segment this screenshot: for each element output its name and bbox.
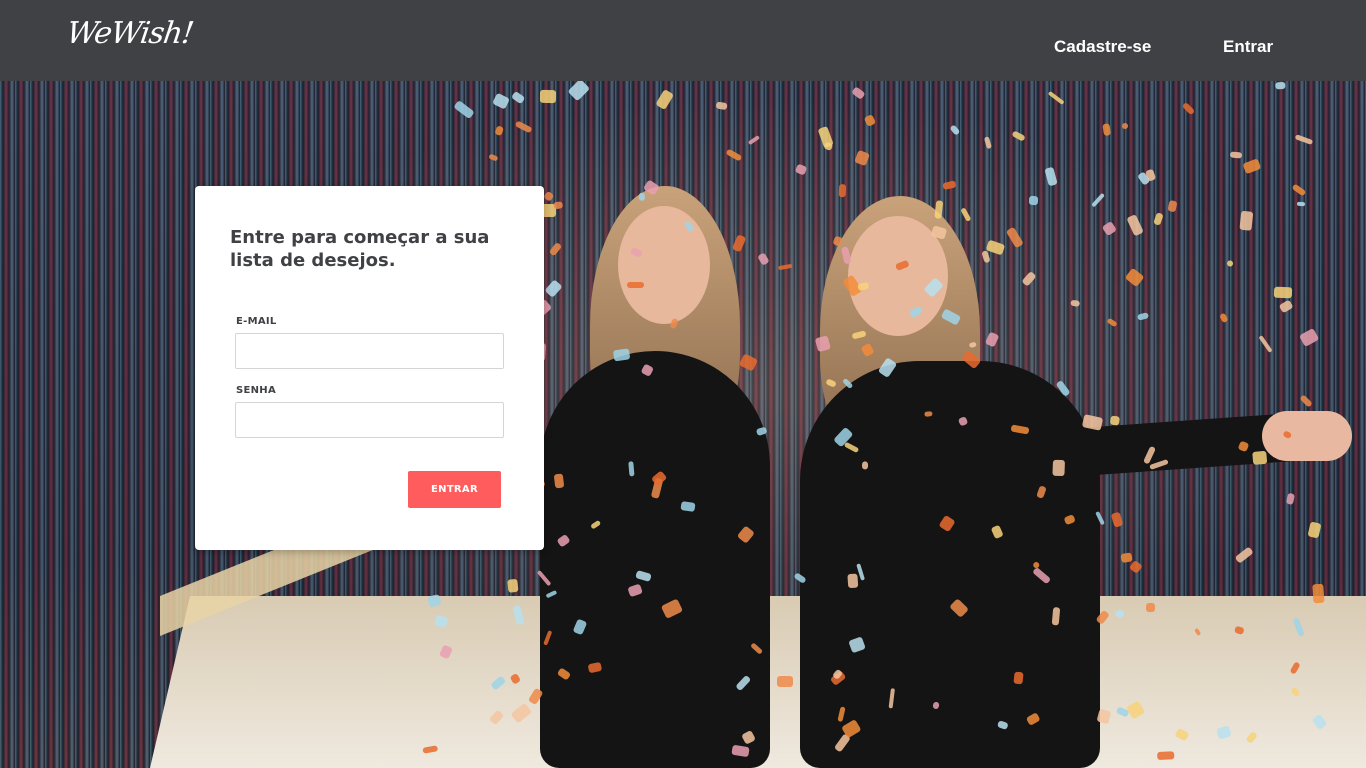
login-submit-button[interactable]: ENTRAR — [408, 471, 501, 508]
confetti-piece — [612, 347, 630, 361]
confetti-piece — [553, 473, 565, 489]
confetti-piece — [627, 282, 645, 288]
confetti-piece — [1028, 195, 1039, 206]
confetti-piece — [731, 744, 751, 758]
confetti-piece — [1052, 459, 1065, 476]
confetti-piece — [1274, 287, 1293, 299]
confetti-piece — [1239, 210, 1254, 232]
password-field[interactable] — [235, 402, 504, 438]
confetti-piece — [1145, 602, 1156, 613]
email-field[interactable] — [235, 333, 504, 369]
person-left-face — [618, 206, 710, 324]
person-left — [540, 351, 770, 768]
confetti-piece — [847, 573, 859, 589]
confetti-piece — [1157, 751, 1175, 761]
nav-signup-link[interactable]: Cadastre-se — [1054, 37, 1151, 57]
login-card-title: Entre para começar a sua lista de desejo… — [230, 227, 490, 271]
confetti-piece — [1312, 584, 1325, 604]
person-right-hand — [1262, 411, 1352, 461]
confetti-piece — [540, 89, 557, 103]
login-card: Entre para começar a sua lista de desejo… — [195, 186, 544, 550]
wewish-logo[interactable]: WeWish! — [65, 16, 196, 51]
confetti-piece — [1252, 450, 1268, 465]
confetti-piece — [714, 101, 728, 110]
email-label: E-MAIL — [236, 316, 277, 327]
confetti-piece — [1297, 201, 1306, 207]
confetti-piece — [1274, 81, 1286, 90]
top-navbar: WeWish! Cadastre-se Entrar — [0, 0, 1366, 81]
confetti-piece — [776, 675, 794, 687]
confetti-piece — [1051, 606, 1060, 626]
password-label: SENHA — [236, 385, 277, 396]
person-right — [800, 361, 1100, 768]
nav-login-link[interactable]: Entrar — [1223, 37, 1273, 57]
confetti-piece — [507, 578, 519, 593]
